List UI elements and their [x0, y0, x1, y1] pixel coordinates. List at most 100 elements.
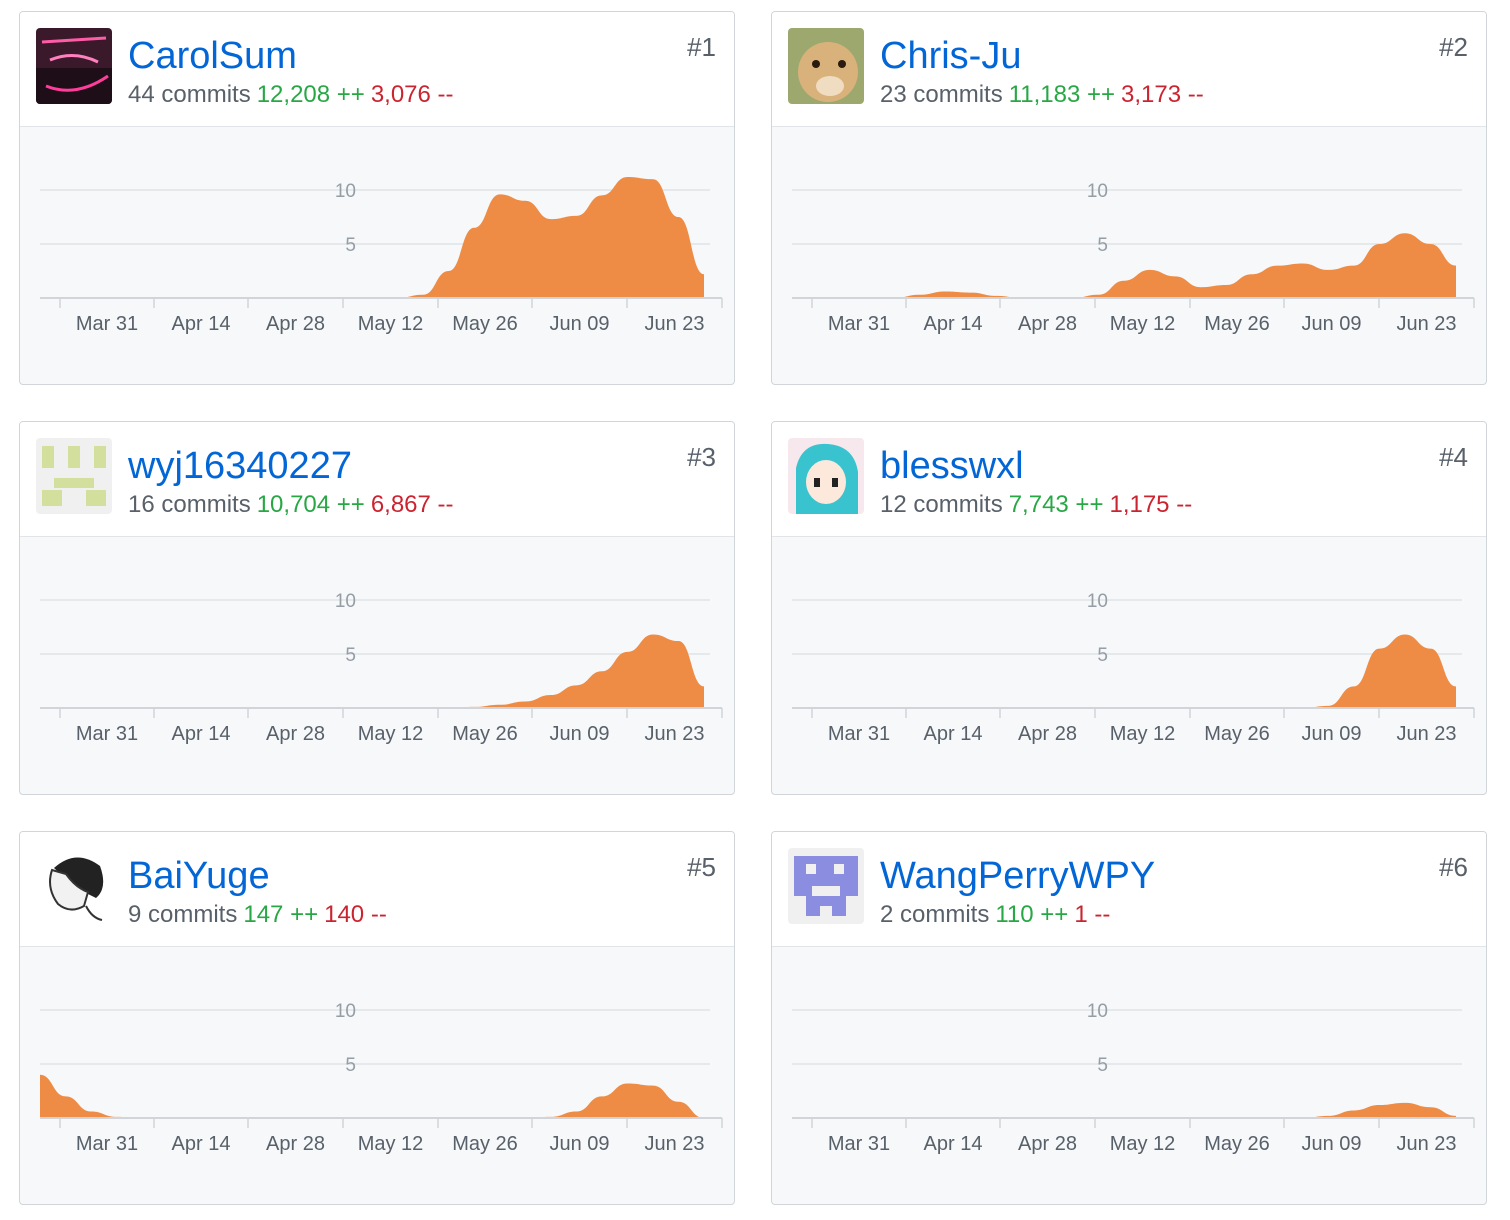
x-tick-label: May 26 — [452, 1133, 518, 1155]
y-tick-label: 10 — [335, 1001, 356, 1022]
commit-area — [792, 634, 1456, 708]
deletions-count: 3,173 -- — [1121, 81, 1204, 108]
x-tick-label: Jun 09 — [549, 313, 609, 335]
contribution-stats: 9 commits 147 ++ 140 -- — [128, 900, 387, 930]
y-tick-label: 10 — [335, 591, 356, 612]
commit-area — [40, 634, 704, 708]
x-tick-label: May 12 — [358, 313, 424, 335]
username-link[interactable]: Chris-Ju — [880, 34, 1021, 78]
x-tick-label: Jun 09 — [549, 723, 609, 745]
commit-activity-chart: 5 10 Mar 31 Apr 14 Apr 28 May 12 May 26 Jun 09 J… — [792, 181, 1475, 335]
x-tick-label: Jun 23 — [1396, 1133, 1456, 1155]
rank-label: #2 — [1439, 32, 1468, 62]
rank-label: #3 — [687, 442, 716, 472]
additions-count: 147 ++ — [243, 901, 319, 928]
avatar[interactable] — [788, 28, 864, 104]
contribution-stats: 23 commits 11,183 ++ 3,173 -- — [880, 80, 1204, 110]
card-header: Chris-Ju 23 commits 11,183 ++ 3,173 -- #2 — [772, 12, 1486, 127]
x-tick-label: Jun 23 — [644, 313, 704, 335]
rank-label: #4 — [1439, 442, 1468, 472]
commit-count[interactable]: 23 commits — [880, 81, 1003, 108]
commit-activity-chart: 5 10 Mar 31 Apr 14 Apr 28 May 12 May 26 Jun 09 J… — [40, 1001, 723, 1155]
contributor-card: wyj16340227 16 commits 10,704 ++ 6,867 -- #3… — [19, 421, 735, 795]
commit-count[interactable]: 12 commits — [880, 491, 1003, 518]
username-link[interactable]: wyj16340227 — [128, 444, 352, 488]
x-tick-label: Apr 28 — [266, 313, 325, 335]
x-tick-label: Jun 09 — [1301, 1133, 1361, 1155]
guinea-pig-avatar-icon — [788, 28, 864, 104]
deletions-count: 1,175 -- — [1109, 491, 1193, 518]
x-tick-label: Mar 31 — [828, 723, 890, 745]
x-tick-label: Apr 14 — [172, 313, 231, 335]
avatar[interactable] — [36, 28, 112, 104]
additions-count: 11,183 ++ — [1008, 81, 1116, 108]
deletions-count: 6,867 -- — [370, 491, 454, 518]
username-link[interactable]: CarolSum — [128, 34, 297, 78]
x-tick-label: May 12 — [358, 723, 424, 745]
y-tick-label: 5 — [345, 1055, 356, 1076]
avatar[interactable] — [788, 438, 864, 514]
identicon-avatar-icon — [36, 438, 112, 514]
card-header: BaiYuge 9 commits 147 ++ 140 -- #5 — [20, 832, 734, 947]
y-tick-label: 5 — [1097, 645, 1108, 666]
x-tick-label: May 26 — [1204, 313, 1270, 335]
card-header: CarolSum 44 commits 12,208 ++ 3,076 -- #1 — [20, 12, 734, 127]
x-tick-label: May 26 — [1204, 1133, 1270, 1155]
commit-activity-chart: 5 10 Mar 31 Apr 14 Apr 28 May 12 May 26 Jun 09 J… — [40, 177, 723, 335]
x-tick-label: Jun 23 — [1396, 313, 1456, 335]
additions-count: 110 ++ — [995, 901, 1069, 928]
card-header: WangPerryWPY 2 commits 110 ++ 1 -- #6 — [772, 832, 1486, 947]
username-link[interactable]: blesswxl — [880, 444, 1024, 488]
x-tick-label: Apr 14 — [924, 723, 983, 745]
contributor-card: BaiYuge 9 commits 147 ++ 140 -- #5 5 10 Mar 31 A… — [19, 831, 735, 1205]
contributor-card: Chris-Ju 23 commits 11,183 ++ 3,173 -- #2 5 10… — [771, 11, 1487, 385]
commit-count[interactable]: 9 commits — [128, 901, 237, 928]
x-tick-label: May 12 — [1110, 1133, 1176, 1155]
x-tick-label: Apr 28 — [266, 1133, 325, 1155]
commit-count[interactable]: 16 commits — [128, 491, 251, 518]
x-tick-label: Mar 31 — [76, 313, 138, 335]
contributor-card: blesswxl 12 commits 7,743 ++ 1,175 -- #4 5 10 M… — [771, 421, 1487, 795]
rank-label: #6 — [1439, 852, 1468, 882]
x-tick-label: Apr 14 — [172, 723, 231, 745]
commit-activity-chart: 5 10 Mar 31 Apr 14 Apr 28 May 12 May 26 Jun 09 J… — [792, 1001, 1475, 1155]
y-tick-label: 5 — [345, 645, 356, 666]
x-tick-label: Jun 09 — [1301, 313, 1361, 335]
commit-area — [792, 233, 1456, 298]
rank-label: #1 — [687, 32, 716, 62]
neon-sign-avatar-icon — [36, 28, 112, 104]
avatar[interactable] — [788, 848, 864, 924]
x-tick-label: Mar 31 — [828, 313, 890, 335]
contributor-card: WangPerryWPY 2 commits 110 ++ 1 -- #6 5 10 Mar … — [771, 831, 1487, 1205]
additions-count: 7,743 ++ — [1008, 491, 1104, 518]
username-link[interactable]: WangPerryWPY — [880, 854, 1155, 898]
commit-area — [792, 1102, 1456, 1118]
rank-label: #5 — [687, 852, 716, 882]
y-tick-label: 10 — [1087, 591, 1108, 612]
deletions-count: 1 -- — [1074, 901, 1111, 928]
deletions-count: 3,076 -- — [370, 81, 454, 108]
avatar[interactable] — [36, 848, 112, 924]
commit-count[interactable]: 44 commits — [128, 81, 251, 108]
contributor-card: CarolSum 44 commits 12,208 ++ 3,076 -- #1 5 10… — [19, 11, 735, 385]
contribution-stats: 2 commits 110 ++ 1 -- — [880, 900, 1110, 930]
x-tick-label: May 12 — [358, 1133, 424, 1155]
commit-count[interactable]: 2 commits — [880, 901, 989, 928]
y-tick-label: 10 — [1087, 181, 1108, 202]
x-tick-label: Apr 28 — [1018, 1133, 1077, 1155]
x-tick-label: Jun 23 — [1396, 723, 1456, 745]
x-tick-label: Jun 09 — [1301, 723, 1361, 745]
sketch-portrait-avatar-icon — [36, 848, 112, 924]
additions-count: 12,208 ++ — [256, 81, 365, 108]
contribution-stats: 16 commits 10,704 ++ 6,867 -- — [128, 490, 454, 520]
x-tick-label: Apr 28 — [266, 723, 325, 745]
x-tick-label: Apr 14 — [924, 1133, 983, 1155]
y-tick-label: 10 — [335, 181, 356, 202]
x-tick-label: May 12 — [1110, 723, 1176, 745]
avatar[interactable] — [36, 438, 112, 514]
x-tick-label: May 26 — [452, 723, 518, 745]
x-tick-label: May 12 — [1110, 313, 1176, 335]
deletions-count: 140 -- — [324, 901, 387, 928]
commit-area — [40, 1074, 704, 1118]
username-link[interactable]: BaiYuge — [128, 854, 270, 898]
